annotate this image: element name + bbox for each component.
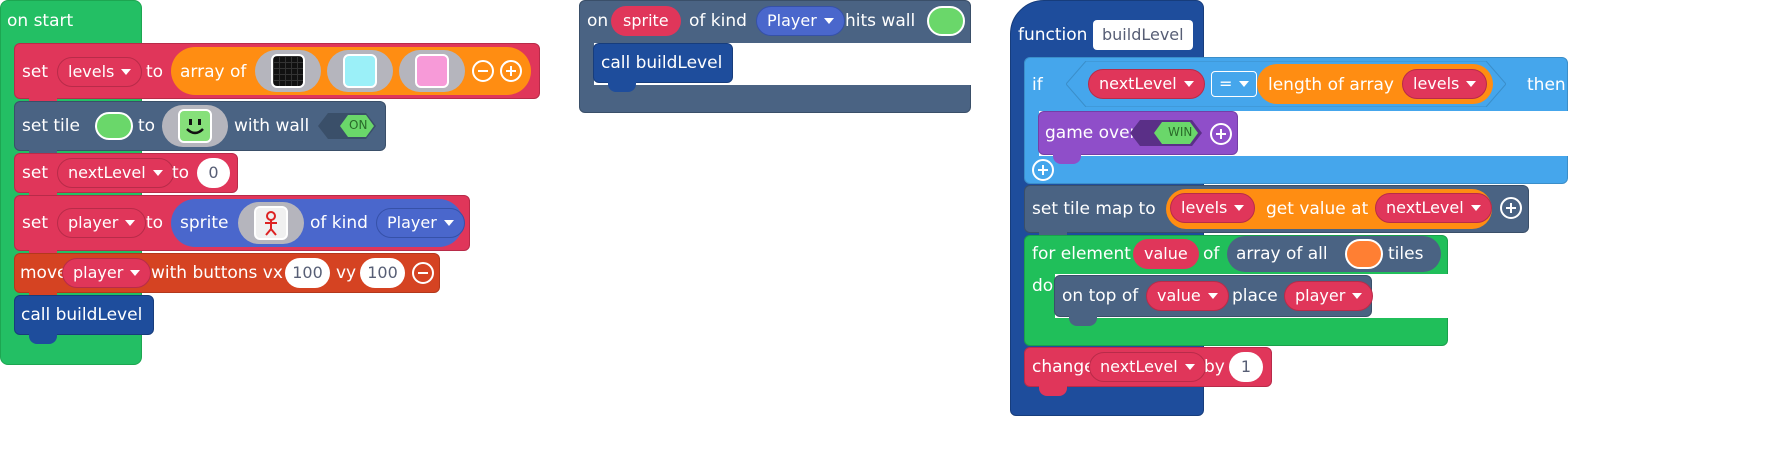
- dark-grid-tilemap-image: [271, 54, 305, 88]
- add-item-button[interactable]: [500, 60, 522, 82]
- place-label: place: [1232, 286, 1278, 306]
- call-label: call buildLevel: [21, 305, 143, 325]
- smiley-icon: [186, 119, 204, 135]
- on-label: on: [587, 11, 609, 31]
- change-label: change: [1032, 357, 1095, 377]
- array-of-all-label: array of all: [1236, 244, 1328, 264]
- hits-wall-label: hits wall: [845, 11, 916, 31]
- do-label: do: [1032, 276, 1054, 296]
- tile-image-slot[interactable]: [162, 105, 228, 147]
- length-array-dropdown[interactable]: levels: [1402, 69, 1488, 99]
- levels-variable-dropdown[interactable]: levels: [57, 57, 143, 87]
- length-of-array-label: length of array: [1268, 75, 1394, 95]
- then-label: then: [1527, 75, 1566, 95]
- array-of-label: array of: [180, 62, 247, 82]
- smiley-wall-image: [178, 109, 212, 143]
- block-notch: [29, 334, 57, 344]
- nextlevel-variable-dropdown[interactable]: nextLevel: [57, 158, 174, 188]
- operator-dropdown[interactable]: =: [1211, 71, 1258, 97]
- of-label: of: [1203, 244, 1220, 264]
- get-value-at-label: get value at: [1266, 199, 1369, 219]
- image-slot-1[interactable]: [255, 50, 321, 92]
- change-by-input[interactable]: 1: [1229, 352, 1263, 382]
- win-toggle[interactable]: WIN: [1130, 120, 1202, 146]
- place-sprite-dropdown[interactable]: player: [1284, 281, 1374, 311]
- overlap-kind-dropdown[interactable]: Player: [756, 6, 845, 36]
- change-var-dropdown[interactable]: nextLevel: [1089, 352, 1206, 382]
- stick-figure-icon: [265, 211, 277, 236]
- sprite-param[interactable]: sprite: [611, 6, 681, 36]
- of-kind-label: of kind: [310, 213, 368, 233]
- on-top-of-label: on top of: [1062, 286, 1139, 306]
- win-toggle-label: WIN: [1168, 125, 1193, 139]
- vy-label: vy: [336, 263, 357, 283]
- with-buttons-label: with buttons vx: [151, 263, 283, 283]
- if-label: if: [1032, 75, 1043, 95]
- game-over-label: game over: [1045, 123, 1137, 143]
- tile-color-swatch-orange[interactable]: [1345, 239, 1383, 269]
- sprite-image-slot[interactable]: [238, 202, 304, 244]
- sprite-label: sprite: [180, 213, 229, 233]
- set-tile-label: set tile: [22, 116, 80, 136]
- remove-item-button[interactable]: [472, 60, 494, 82]
- to-label: to: [138, 116, 156, 136]
- block-notch: [608, 82, 636, 92]
- function-label: function: [1018, 25, 1088, 45]
- value-param[interactable]: value: [1133, 239, 1199, 269]
- with-wall-label: with wall: [234, 116, 310, 136]
- by-label: by: [1204, 357, 1225, 377]
- move-label: move: [20, 263, 68, 283]
- vx-input[interactable]: 100: [285, 258, 330, 288]
- pink-tilemap-image: [415, 54, 449, 88]
- of-kind-label: of kind: [689, 11, 747, 31]
- wall-toggle[interactable]: ON: [318, 113, 376, 139]
- to-label: to: [146, 62, 164, 82]
- set-tilemap-label: set tile map to: [1032, 199, 1156, 219]
- wall-toggle-label: ON: [349, 118, 368, 132]
- nextlevel-value-input[interactable]: 0: [197, 158, 230, 188]
- call-label: call buildLevel: [601, 53, 723, 73]
- on-start-label: on start: [7, 11, 74, 31]
- tilemap-array-dropdown[interactable]: levels: [1170, 193, 1256, 223]
- player-variable-dropdown[interactable]: player: [57, 208, 147, 238]
- add-arg-button[interactable]: [1500, 197, 1522, 219]
- index-dropdown[interactable]: nextLevel: [1375, 193, 1492, 223]
- stick-figure-image: [254, 206, 288, 240]
- add-arg-button[interactable]: [1210, 123, 1232, 145]
- image-slot-3[interactable]: [399, 50, 465, 92]
- to-label: to: [172, 163, 190, 183]
- wall-color-swatch[interactable]: [927, 6, 965, 36]
- block-notch: [1039, 386, 1067, 396]
- if-nextlevel-dropdown[interactable]: nextLevel: [1088, 69, 1205, 99]
- to-label: to: [146, 213, 164, 233]
- image-slot-2[interactable]: [327, 50, 393, 92]
- add-else-button[interactable]: [1032, 159, 1054, 181]
- remove-arg-button[interactable]: [412, 262, 434, 284]
- tile-color-swatch[interactable]: [95, 112, 133, 140]
- move-player-dropdown[interactable]: player: [62, 258, 152, 288]
- light-cyan-tilemap-image: [343, 54, 377, 88]
- tiles-label: tiles: [1388, 244, 1424, 264]
- set-label: set: [22, 62, 48, 82]
- function-name-input[interactable]: buildLevel: [1093, 20, 1193, 50]
- for-element-label: for element: [1032, 244, 1131, 264]
- kind-dropdown[interactable]: Player: [376, 208, 465, 238]
- block-notch: [1053, 154, 1081, 164]
- set-label: set: [22, 163, 48, 183]
- on-top-value-dropdown[interactable]: value: [1146, 281, 1229, 311]
- vy-input[interactable]: 100: [360, 258, 405, 288]
- block-notch: [1069, 316, 1097, 326]
- set-label: set: [22, 213, 48, 233]
